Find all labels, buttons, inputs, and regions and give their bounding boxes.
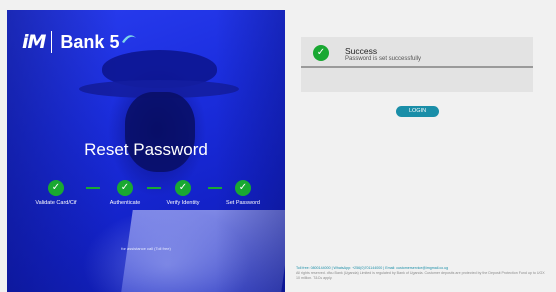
alert-divider xyxy=(301,66,533,68)
check-icon: ✓ xyxy=(313,45,329,61)
logo-swoosh-icon xyxy=(122,35,137,43)
step-label: Validate Card/Cif xyxy=(35,200,77,206)
step-connector xyxy=(208,187,222,189)
logo-text: Bank 5 xyxy=(60,31,120,52)
assistance-text: for assistance call (Toll free) xyxy=(121,246,171,251)
alert-title: Success xyxy=(345,46,378,56)
brand-logo: iM Bank 5 xyxy=(22,31,137,53)
page-title: Reset Password xyxy=(84,140,208,159)
page: iM Bank 5 Reset Password ✓ ✓ ✓ ✓ Validat… xyxy=(0,0,556,292)
alert-message: Password is set successfully xyxy=(345,56,422,62)
login-button[interactable]: LOGIN xyxy=(396,106,439,117)
step-label: Set Password xyxy=(226,200,260,206)
logo-divider xyxy=(51,31,53,53)
footer: Toll free: 0800144000 | WhatsApp: +256(0… xyxy=(296,266,548,281)
step-1-check-icon: ✓ xyxy=(48,180,64,196)
step-connector xyxy=(147,187,161,189)
logo-mark: iM xyxy=(22,31,46,53)
step-connector xyxy=(86,187,100,189)
step-label: Authenticate xyxy=(109,200,141,206)
success-alert: ✓ Success Password is set successfully xyxy=(301,37,533,92)
step-3-check-icon: ✓ xyxy=(175,180,191,196)
step-4-check-icon: ✓ xyxy=(235,180,251,196)
progress-steps: ✓ ✓ ✓ ✓ Validate Card/Cif Authenticate V… xyxy=(7,180,285,210)
footer-legal: All rights reserved. dfcu Bank (Uganda) … xyxy=(296,271,545,280)
step-label: Verify Identity xyxy=(166,200,200,206)
step-2-check-icon: ✓ xyxy=(117,180,133,196)
